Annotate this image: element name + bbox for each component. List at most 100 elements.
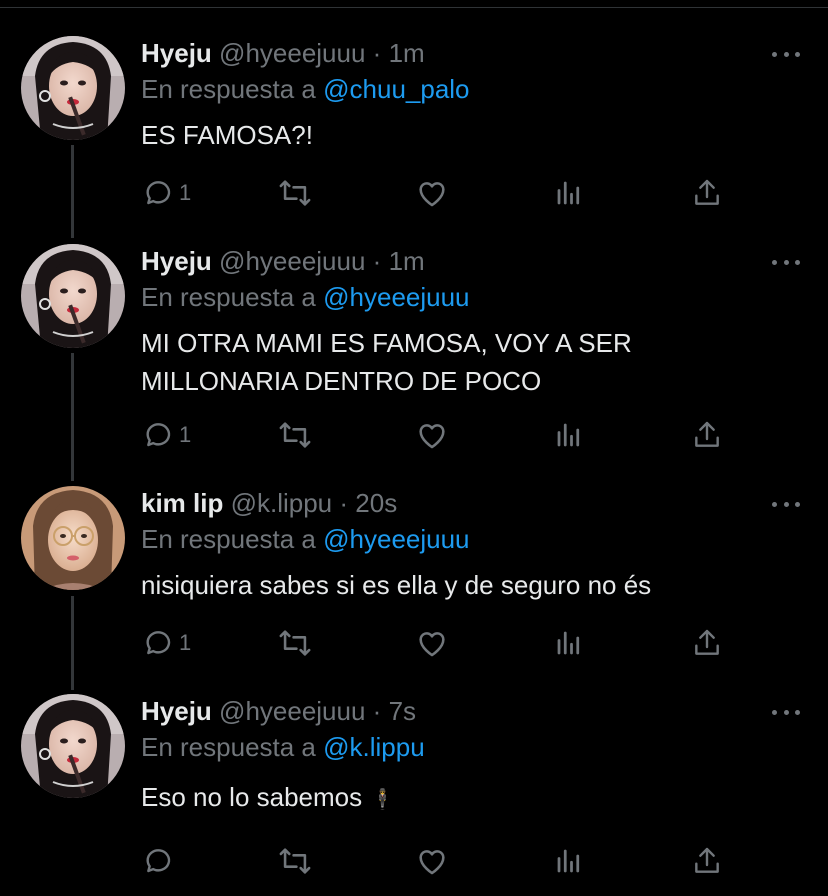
reply-count: 1 — [179, 422, 192, 447]
tweet-text-line: MILLONARIA DENTRO DE POCO — [141, 366, 542, 396]
more-icon[interactable] — [772, 44, 800, 64]
like-button[interactable] — [415, 176, 449, 210]
share-button[interactable] — [691, 626, 723, 660]
avatar[interactable] — [21, 36, 125, 140]
action-bar: 1 — [143, 176, 733, 210]
timestamp[interactable]: 7s — [389, 696, 416, 726]
reply-mention[interactable]: @chuu_palo — [323, 74, 469, 104]
reply-prefix: En respuesta a — [141, 282, 316, 312]
reply-button[interactable]: 1 — [143, 176, 191, 210]
separator-dot: · — [372, 246, 382, 276]
tweet-text: ES FAMOSA?! — [141, 116, 798, 154]
tweet[interactable]: Hyeju @hyeeejuuu · 7s En respuesta a @k.… — [0, 694, 828, 884]
analytics-icon — [557, 423, 580, 447]
analytics-button[interactable] — [554, 844, 584, 878]
more-icon[interactable] — [772, 252, 800, 272]
analytics-button[interactable] — [554, 626, 584, 660]
tweet-header: kim lip @k.lippu · 20s — [141, 486, 798, 520]
avatar[interactable] — [21, 694, 125, 798]
analytics-icon — [557, 849, 580, 873]
retweet-button[interactable] — [278, 844, 312, 878]
retweet-button[interactable] — [278, 176, 312, 210]
like-icon — [419, 850, 445, 875]
share-icon — [695, 179, 719, 205]
like-button[interactable] — [415, 844, 449, 878]
display-name[interactable]: Hyeju — [141, 696, 212, 726]
like-icon — [419, 424, 445, 449]
business-suit-levitating-emoji: 🕴 — [370, 789, 396, 811]
reply-icon — [146, 631, 171, 655]
tweet-text: nisiquiera sabes si es ella y de seguro … — [141, 566, 798, 604]
display-name[interactable]: Hyeju — [141, 38, 212, 68]
analytics-button[interactable] — [554, 176, 584, 210]
analytics-icon — [557, 631, 580, 655]
tweet-header: Hyeju @hyeeejuuu · 1m — [141, 36, 798, 70]
tweet[interactable]: Hyeju @hyeeejuuu · 1m En respuesta a @hy… — [0, 244, 828, 459]
reply-icon — [146, 423, 171, 447]
display-name[interactable]: Hyeju — [141, 246, 212, 276]
reply-prefix: En respuesta a — [141, 74, 316, 104]
reply-mention[interactable]: @hyeeejuuu — [323, 524, 469, 554]
share-icon — [695, 421, 719, 447]
tweet-text-line: nisiquiera sabes si es ella y de seguro … — [141, 570, 652, 600]
reply-icon — [146, 849, 171, 873]
tweet-text-line: ES FAMOSA?! — [141, 120, 313, 150]
analytics-icon — [557, 181, 580, 205]
like-button[interactable] — [415, 626, 449, 660]
reply-icon — [146, 181, 171, 205]
user-handle[interactable]: @hyeeejuuu — [219, 246, 365, 276]
separator-dot: · — [339, 488, 349, 518]
reply-context: En respuesta a @hyeeejuuu — [141, 280, 798, 314]
tweet[interactable]: Hyeju @hyeeejuuu · 1m En respuesta a @ch… — [0, 36, 828, 216]
share-button[interactable] — [691, 418, 723, 452]
like-icon — [419, 182, 445, 207]
reply-context: En respuesta a @k.lippu — [141, 730, 798, 764]
retweet-icon — [279, 630, 311, 656]
like-button[interactable] — [415, 418, 449, 452]
separator-dot: · — [372, 38, 382, 68]
retweet-button[interactable] — [278, 418, 312, 452]
tweet-header: Hyeju @hyeeejuuu · 7s — [141, 694, 798, 728]
reply-mention[interactable]: @hyeeejuuu — [323, 282, 469, 312]
top-divider — [0, 7, 828, 8]
tweet-text-line: Eso no lo sabemos — [141, 782, 363, 812]
reply-context: En respuesta a @hyeeejuuu — [141, 522, 798, 556]
timestamp[interactable]: 20s — [355, 488, 397, 518]
action-bar: 1 — [143, 418, 733, 452]
action-bar: 1 — [143, 626, 733, 660]
reply-mention[interactable]: @k.lippu — [323, 732, 425, 762]
action-bar — [143, 844, 733, 878]
share-icon — [695, 847, 719, 873]
retweet-icon — [279, 422, 311, 448]
tweet-text-line: MI OTRA MAMI ES FAMOSA, VOY A SER — [141, 328, 632, 358]
reply-prefix: En respuesta a — [141, 524, 316, 554]
reply-button[interactable]: 1 — [143, 418, 191, 452]
tweet-text: MI OTRA MAMI ES FAMOSA, VOY A SER MILLON… — [141, 324, 798, 400]
retweet-button[interactable] — [278, 626, 312, 660]
reply-context: En respuesta a @chuu_palo — [141, 72, 798, 106]
timestamp[interactable]: 1m — [389, 246, 425, 276]
like-icon — [419, 632, 445, 657]
more-icon[interactable] — [772, 702, 800, 722]
avatar[interactable] — [21, 486, 125, 590]
display-name[interactable]: kim lip — [141, 488, 223, 518]
user-handle[interactable]: @hyeeejuuu — [219, 696, 365, 726]
reply-prefix: En respuesta a — [141, 732, 316, 762]
avatar[interactable] — [21, 244, 125, 348]
reply-button[interactable] — [143, 844, 179, 878]
share-button[interactable] — [691, 176, 723, 210]
user-handle[interactable]: @k.lippu — [231, 488, 333, 518]
reply-button[interactable]: 1 — [143, 626, 191, 660]
more-icon[interactable] — [772, 494, 800, 514]
tweet[interactable]: kim lip @k.lippu · 20s En respuesta a @h… — [0, 486, 828, 666]
timestamp[interactable]: 1m — [389, 38, 425, 68]
share-button[interactable] — [691, 844, 723, 878]
retweet-icon — [279, 180, 311, 206]
reply-count: 1 — [179, 180, 192, 205]
analytics-button[interactable] — [554, 418, 584, 452]
tweet-text: Eso no lo sabemos 🕴 — [141, 778, 798, 819]
separator-dot: · — [372, 696, 382, 726]
share-icon — [695, 629, 719, 655]
reply-count: 1 — [179, 630, 192, 655]
user-handle[interactable]: @hyeeejuuu — [219, 38, 365, 68]
